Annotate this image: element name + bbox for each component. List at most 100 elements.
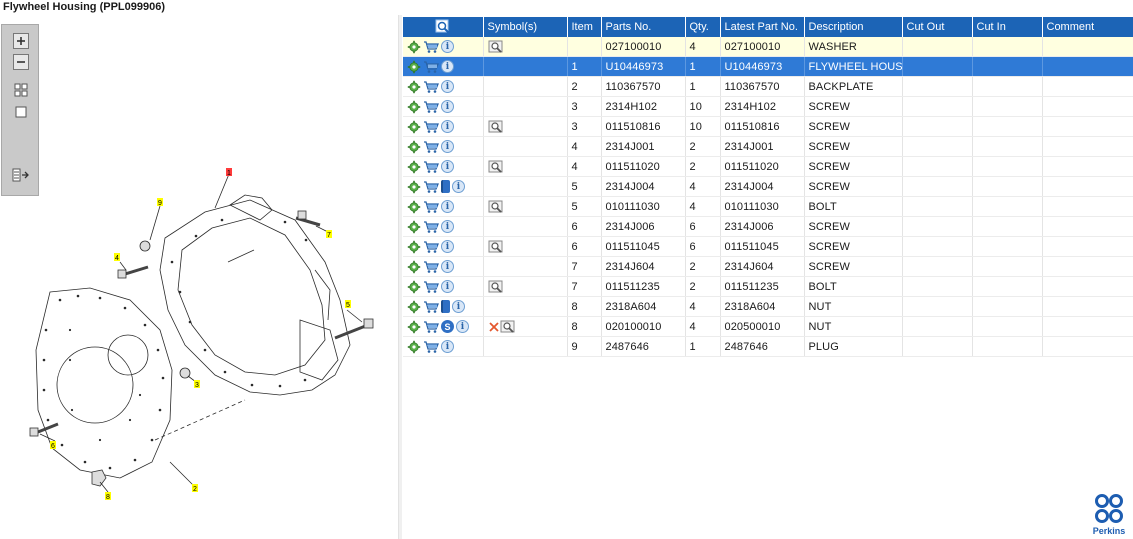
column-header-item[interactable]: Item <box>567 17 602 37</box>
column-header-qty[interactable]: Qty. <box>685 17 721 37</box>
options-gear-icon[interactable] <box>407 220 421 234</box>
magnifier-symbol-icon[interactable] <box>488 280 504 293</box>
add-to-cart-icon[interactable] <box>423 300 439 314</box>
row-qty: 6 <box>685 236 721 257</box>
diagram-pane[interactable]: 1 2 3 4 5 6 7 8 9 <box>0 15 398 539</box>
options-gear-icon[interactable] <box>407 260 421 274</box>
magnifier-symbol-icon[interactable] <box>488 40 504 53</box>
add-to-cart-icon[interactable] <box>423 140 439 154</box>
table-row[interactable]: i 2 110367570 1 110367570 BACKPLATE <box>403 76 1133 97</box>
info-icon[interactable]: i <box>441 100 454 113</box>
document-icon[interactable] <box>441 300 450 313</box>
add-to-cart-icon[interactable] <box>423 60 439 74</box>
options-gear-icon[interactable] <box>407 40 421 54</box>
column-header-cut-in[interactable]: Cut In <box>972 17 1043 37</box>
info-icon[interactable]: i <box>441 40 454 53</box>
row-description: NUT <box>804 316 903 337</box>
table-row[interactable]: i 8 2318A604 4 2318A604 NUT <box>403 296 1133 317</box>
info-icon[interactable]: i <box>441 200 454 213</box>
options-gear-icon[interactable] <box>407 320 421 334</box>
options-gear-icon[interactable] <box>407 300 421 314</box>
options-gear-icon[interactable] <box>407 80 421 94</box>
zoom-in-icon[interactable] <box>11 31 30 50</box>
add-to-cart-icon[interactable] <box>423 280 439 294</box>
table-row[interactable]: i 6 011511045 6 011511045 SCREW <box>403 236 1133 257</box>
table-row[interactable]: i 027100010 4 027100010 WASHER <box>403 37 1133 57</box>
add-to-cart-icon[interactable] <box>423 260 439 274</box>
options-gear-icon[interactable] <box>407 60 421 74</box>
table-row[interactable]: i 4 2314J001 2 2314J001 SCREW <box>403 136 1133 157</box>
info-icon[interactable]: i <box>441 80 454 93</box>
table-row[interactable]: i1U104469731U10446973FLYWHEEL HOUSIN <box>403 56 1133 77</box>
info-icon[interactable]: i <box>452 180 465 193</box>
toggle-list-icon[interactable] <box>11 165 30 184</box>
row-qty: 1 <box>685 76 721 97</box>
row-symbols <box>483 196 568 217</box>
add-to-cart-icon[interactable] <box>423 80 439 94</box>
add-to-cart-icon[interactable] <box>423 200 439 214</box>
info-icon[interactable]: i <box>456 320 469 333</box>
row-symbols <box>483 136 568 157</box>
magnifier-symbol-icon[interactable] <box>500 320 516 333</box>
info-icon[interactable]: i <box>441 60 454 73</box>
pane-splitter[interactable] <box>398 15 402 539</box>
add-to-cart-icon[interactable] <box>423 340 439 354</box>
info-icon[interactable]: i <box>452 300 465 313</box>
add-to-cart-icon[interactable] <box>423 40 439 54</box>
table-row[interactable]: i 3 2314H102 10 2314H102 SCREW <box>403 96 1133 117</box>
table-row[interactable]: i 5 2314J004 4 2314J004 SCREW <box>403 176 1133 197</box>
actual-size-icon[interactable] <box>11 102 30 121</box>
options-gear-icon[interactable] <box>407 120 421 134</box>
options-gear-icon[interactable] <box>407 280 421 294</box>
column-header-description[interactable]: Description <box>804 17 903 37</box>
info-icon[interactable]: i <box>441 140 454 153</box>
table-row[interactable]: i 5 010111030 4 010111030 BOLT <box>403 196 1133 217</box>
column-header-parts-no[interactable]: Parts No. <box>601 17 686 37</box>
column-header-actions[interactable] <box>403 17 484 37</box>
row-qty: 10 <box>685 96 721 117</box>
table-row[interactable]: i 6 2314J006 6 2314J006 SCREW <box>403 216 1133 237</box>
info-icon[interactable]: i <box>441 340 454 353</box>
zoom-out-icon[interactable] <box>11 52 30 71</box>
options-gear-icon[interactable] <box>407 140 421 154</box>
info-icon[interactable]: i <box>441 260 454 273</box>
table-row[interactable]: i 7 011511235 2 011511235 BOLT <box>403 276 1133 297</box>
magnifier-symbol-icon[interactable] <box>488 120 504 133</box>
info-icon[interactable]: i <box>441 160 454 173</box>
add-to-cart-icon[interactable] <box>423 160 439 174</box>
table-row[interactable]: i 4 011511020 2 011511020 SCREW <box>403 156 1133 177</box>
options-gear-icon[interactable] <box>407 340 421 354</box>
info-icon[interactable]: i <box>441 280 454 293</box>
options-gear-icon[interactable] <box>407 200 421 214</box>
add-to-cart-icon[interactable] <box>423 240 439 254</box>
table-row[interactable]: i 7 2314J604 2 2314J604 SCREW <box>403 256 1133 277</box>
options-gear-icon[interactable] <box>407 240 421 254</box>
supersession-icon[interactable]: S <box>441 320 454 333</box>
add-to-cart-icon[interactable] <box>423 180 439 194</box>
add-to-cart-icon[interactable] <box>423 220 439 234</box>
info-icon[interactable]: i <box>441 220 454 233</box>
callout-7: 7 <box>327 232 331 239</box>
info-icon[interactable]: i <box>441 120 454 133</box>
add-to-cart-icon[interactable] <box>423 100 439 114</box>
exploded-diagram[interactable]: 1 2 3 4 5 6 7 8 9 <box>0 15 398 539</box>
fit-all-icon[interactable] <box>11 80 30 99</box>
column-header-cut-out[interactable]: Cut Out <box>902 17 973 37</box>
magnifier-symbol-icon[interactable] <box>488 160 504 173</box>
add-to-cart-icon[interactable] <box>423 320 439 334</box>
table-row[interactable]: i 3 011510816 10 011510816 SCREW <box>403 116 1133 137</box>
document-icon[interactable] <box>441 180 450 193</box>
table-row[interactable]: i 9 2487646 1 2487646 PLUG <box>403 336 1133 357</box>
add-to-cart-icon[interactable] <box>423 120 439 134</box>
options-gear-icon[interactable] <box>407 160 421 174</box>
column-header-symbols[interactable]: Symbol(s) <box>483 17 568 37</box>
row-symbols <box>483 296 568 317</box>
magnifier-symbol-icon[interactable] <box>488 240 504 253</box>
column-header-comment[interactable]: Comment <box>1042 17 1133 37</box>
magnifier-symbol-icon[interactable] <box>488 200 504 213</box>
table-row[interactable]: Si 8 020100010 4 020500010 NUT <box>403 316 1133 337</box>
options-gear-icon[interactable] <box>407 100 421 114</box>
info-icon[interactable]: i <box>441 240 454 253</box>
options-gear-icon[interactable] <box>407 180 421 194</box>
column-header-latest-part-no[interactable]: Latest Part No. <box>720 17 805 37</box>
